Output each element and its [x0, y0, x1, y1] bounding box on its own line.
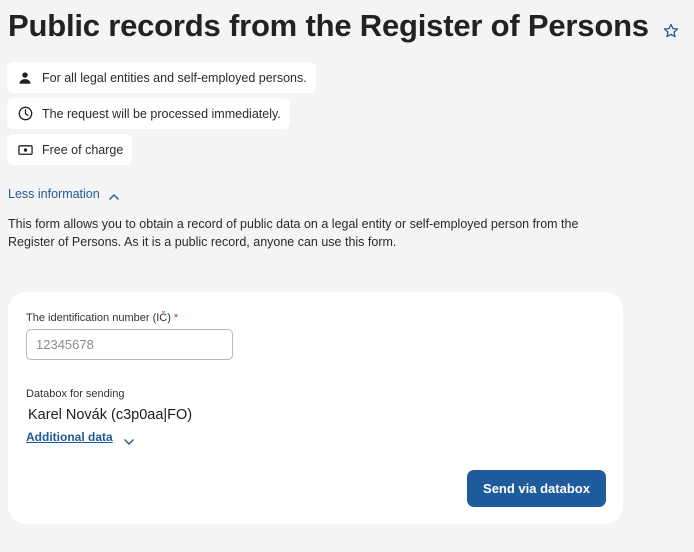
form-description: This form allows you to obtain a record … — [8, 217, 579, 249]
money-icon — [17, 142, 33, 158]
chevron-down-icon — [123, 433, 135, 445]
additional-data-toggle[interactable]: Additional data — [26, 430, 135, 445]
person-icon — [17, 70, 33, 86]
star-outline-icon[interactable] — [662, 22, 680, 40]
title-row: Public records from the Register of Pers… — [8, 6, 680, 46]
ic-label-text: The identification number (IČ) — [26, 312, 171, 324]
databox-value: Karel Novák (c3p0aa|FO) — [28, 407, 193, 423]
chip-label: Free of charge — [42, 142, 124, 157]
toggle-label: Less information — [8, 187, 100, 201]
chevron-up-icon — [108, 190, 120, 200]
chip-label: The request will be processed immediatel… — [42, 106, 281, 121]
ic-label: The identification number (IČ) * — [26, 312, 178, 324]
info-chips: For all legal entities and self-employed… — [7, 62, 316, 170]
additional-data-link[interactable]: Additional data — [26, 430, 113, 444]
page-title: Public records from the Register of Pers… — [8, 8, 649, 43]
clock-icon — [17, 106, 33, 122]
send-via-databox-button[interactable]: Send via databox — [467, 470, 606, 507]
chip-eligibility: For all legal entities and self-employed… — [7, 62, 316, 93]
required-mark: * — [173, 312, 179, 324]
chip-processing-time: The request will be processed immediatel… — [7, 98, 290, 129]
chip-price: Free of charge — [7, 134, 133, 165]
less-information-toggle[interactable]: Less information — [8, 187, 120, 201]
chip-label: For all legal entities and self-employed… — [42, 70, 307, 85]
databox-label: Databox for sending — [26, 388, 125, 400]
request-form-card: The identification number (IČ)* Databox … — [8, 292, 623, 524]
ic-input[interactable] — [26, 329, 233, 360]
